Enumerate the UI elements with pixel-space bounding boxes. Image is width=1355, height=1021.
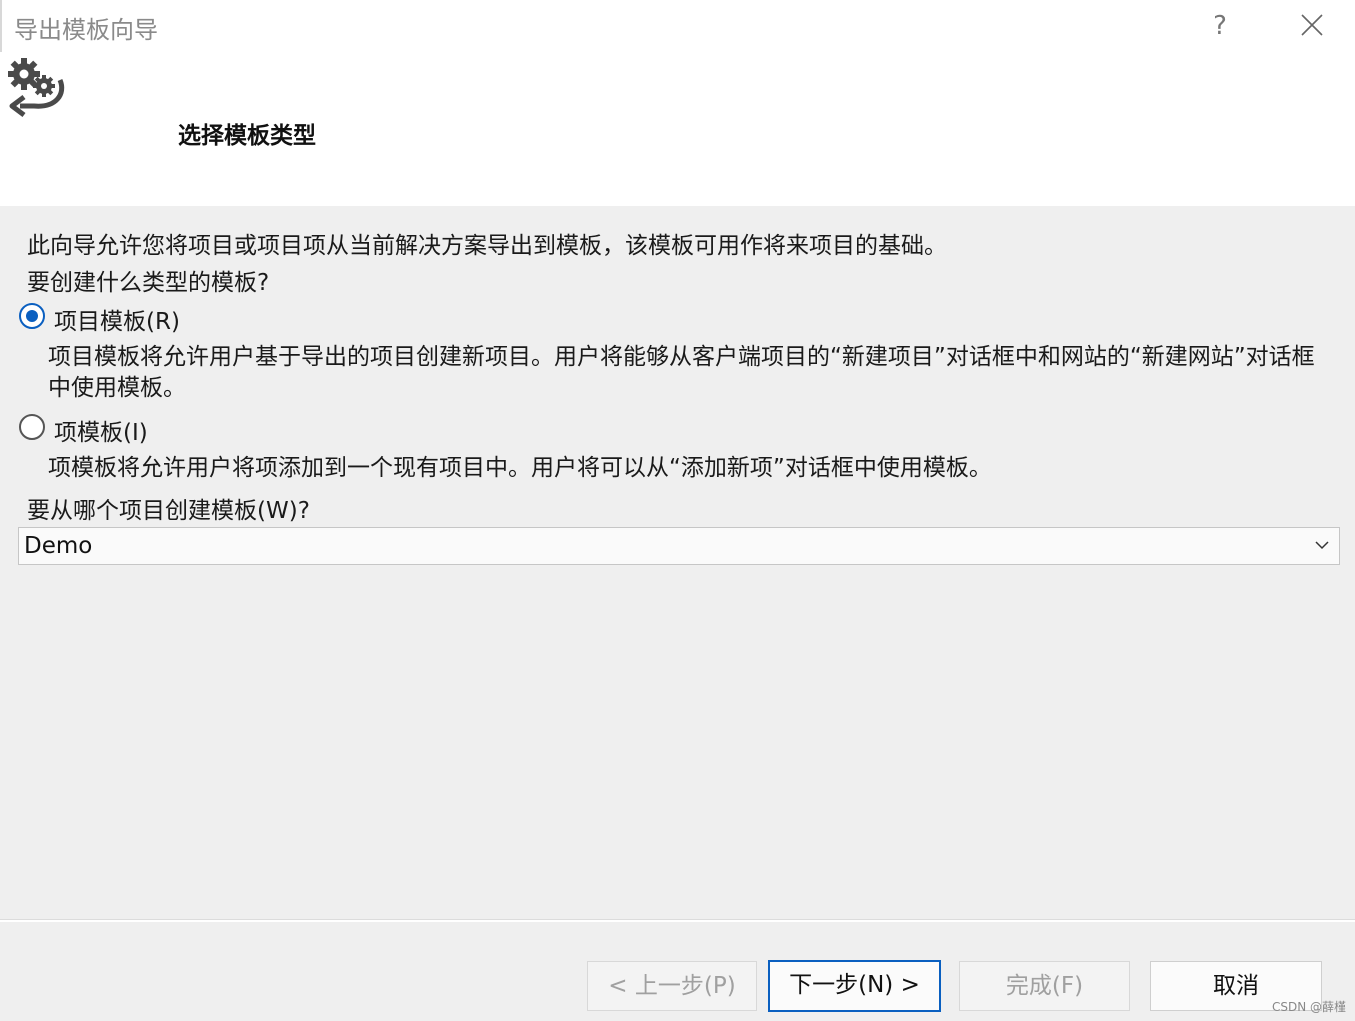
page-title: 选择模板类型 <box>178 123 316 149</box>
project-template-label[interactable]: 项目模板(R) <box>54 302 180 336</box>
project-select-label: 要从哪个项目创建模板(W)? <box>27 498 310 524</box>
finish-button[interactable]: 完成(F) <box>959 961 1130 1011</box>
project-select[interactable]: Demo <box>18 527 1340 565</box>
close-button[interactable] <box>1288 6 1336 46</box>
wizard-content: 此向导允许您将项目或项目项从当前解决方案导出到模板，该模板可用作将来项目的基础。… <box>0 206 1355 1021</box>
item-template-radio[interactable] <box>19 414 45 440</box>
close-icon <box>1301 14 1323 36</box>
item-template-label[interactable]: 项模板(I) <box>54 413 148 447</box>
wizard-header: 选择模板类型 <box>0 52 1355 206</box>
project-template-description: 项目模板将允许用户基于导出的项目创建新项目。用户将能够从客户端项目的“新建项目”… <box>48 344 1315 401</box>
gears-export-icon <box>8 58 65 117</box>
template-type-question: 要创建什么类型的模板? <box>27 270 270 296</box>
project-template-radio[interactable] <box>19 303 45 329</box>
watermark: CSDN @薛槿 <box>1272 1000 1347 1014</box>
item-template-description: 项模板将允许用户将项添加到一个现有项目中。用户将可以从“添加新项”对话框中使用模… <box>48 455 992 481</box>
intro-text: 此向导允许您将项目或项目项从当前解决方案导出到模板，该模板可用作将来项目的基础。 <box>27 233 947 259</box>
window-title: 导出模板向导 <box>14 16 158 44</box>
footer-divider <box>0 919 1355 922</box>
title-bar: 导出模板向导 ? <box>0 0 1355 52</box>
chevron-down-icon <box>1315 541 1329 550</box>
back-button[interactable]: < 上一步(P) <box>587 961 757 1011</box>
project-select-value: Demo <box>24 533 93 559</box>
next-button[interactable]: 下一步(N) > <box>768 960 941 1012</box>
help-button[interactable]: ? <box>1196 6 1244 46</box>
